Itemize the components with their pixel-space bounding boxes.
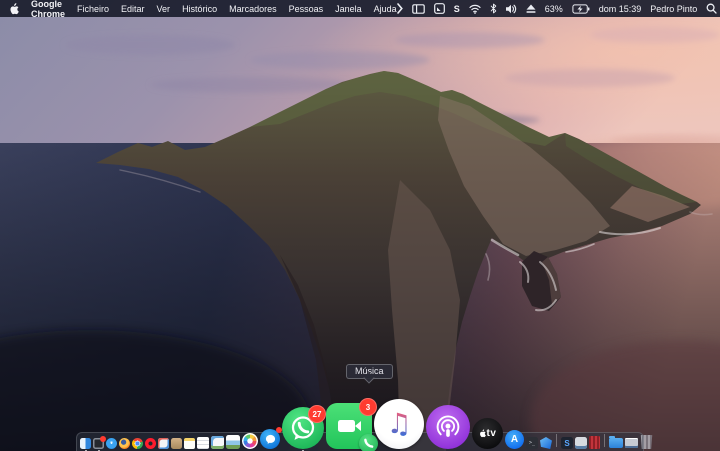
dock-separator <box>556 434 557 447</box>
app-store-icon[interactable]: A <box>505 430 524 449</box>
eject-icon[interactable] <box>526 4 536 14</box>
photos-document-icon[interactable] <box>226 435 240 449</box>
menu-bar-clock[interactable]: dom 15:39 <box>599 4 642 14</box>
phone-handset-icon <box>359 434 378 451</box>
dock-separator <box>604 434 605 447</box>
apple-menu-icon[interactable] <box>9 3 19 15</box>
dock-tooltip: Música <box>346 364 393 379</box>
chevron-icon[interactable] <box>397 3 403 14</box>
notes-icon[interactable] <box>184 438 195 449</box>
safari-icon[interactable] <box>106 438 117 449</box>
podcasts-icon[interactable] <box>426 405 470 449</box>
notification-dot <box>276 427 282 433</box>
menu-ver[interactable]: Ver <box>157 4 171 14</box>
menu-janela[interactable]: Janela <box>335 4 362 14</box>
podcasts-glyph-icon <box>435 414 461 440</box>
whatsapp-icon[interactable]: 27 <box>282 407 324 449</box>
chrome-icon[interactable] <box>132 438 143 449</box>
menu-marcadores[interactable]: Marcadores <box>229 4 277 14</box>
photos-icon[interactable] <box>242 433 258 449</box>
opera-icon[interactable] <box>145 438 156 449</box>
battery-percent: 63% <box>545 4 563 14</box>
terminal-icon[interactable]: >_ <box>526 437 538 449</box>
s-status-icon[interactable]: S <box>454 4 460 14</box>
preview-icon[interactable] <box>211 436 224 449</box>
spotlight-search-icon[interactable] <box>706 3 717 14</box>
dock: 27 3 ♫ <box>76 431 644 451</box>
menu-pessoas[interactable]: Pessoas <box>289 4 324 14</box>
folder-app-icon[interactable] <box>171 438 182 449</box>
messenger-icon[interactable] <box>260 429 280 449</box>
downloads-stack-icon[interactable] <box>625 438 638 448</box>
active-app-name[interactable]: Google Chrome <box>31 0 65 19</box>
external-drive-icon[interactable] <box>589 436 600 449</box>
menu-ajuda[interactable]: Ajuda <box>374 4 397 14</box>
s-app-icon[interactable]: S <box>561 437 573 449</box>
wallpaper-catalina <box>0 0 720 451</box>
musica-icon[interactable]: ♫ <box>374 399 424 449</box>
whatsapp-badge: 27 <box>308 405 326 423</box>
volume-icon[interactable] <box>506 4 517 14</box>
menu-historico[interactable]: Histórico <box>182 4 217 14</box>
screenshot-app-icon[interactable] <box>93 438 104 449</box>
battery-charging-icon[interactable] <box>572 4 590 14</box>
facetime-icon[interactable]: 3 <box>326 403 372 449</box>
car-document-icon[interactable] <box>575 437 587 449</box>
qr-app-icon[interactable] <box>158 438 169 449</box>
firefox-icon[interactable] <box>119 438 130 449</box>
s-app-glyph: S <box>564 439 569 448</box>
wifi-icon[interactable] <box>469 4 481 14</box>
app-store-glyph: A <box>511 434 518 445</box>
chat-bubble-icon <box>265 434 276 445</box>
tv-label: tv <box>487 428 497 439</box>
documents-folder-icon[interactable] <box>609 438 623 448</box>
desktop: Google Chrome Ficheiro Editar Ver Histór… <box>0 0 720 451</box>
apple-logo-icon <box>479 429 486 438</box>
terminal-glyph: >_ <box>529 440 535 446</box>
music-note-icon: ♫ <box>386 410 411 438</box>
bluetooth-icon[interactable] <box>490 3 497 14</box>
notification-dot <box>100 436 106 442</box>
finder-icon[interactable] <box>80 438 91 449</box>
dock-tooltip-label: Música <box>355 366 384 376</box>
textedit-icon[interactable] <box>197 437 209 449</box>
capture-icon[interactable] <box>434 3 445 14</box>
facetime-badge: 3 <box>359 398 377 416</box>
menu-bar: Google Chrome Ficheiro Editar Ver Histór… <box>0 0 720 17</box>
apple-tv-icon[interactable]: tv <box>472 418 503 449</box>
menu-editar[interactable]: Editar <box>121 4 145 14</box>
display-icon[interactable] <box>412 4 425 14</box>
cad-app-icon[interactable] <box>540 437 552 449</box>
video-camera-icon <box>338 420 355 432</box>
user-menu[interactable]: Pedro Pinto <box>650 4 697 14</box>
trash-icon[interactable] <box>640 435 653 449</box>
menu-ficheiro[interactable]: Ficheiro <box>77 4 109 14</box>
